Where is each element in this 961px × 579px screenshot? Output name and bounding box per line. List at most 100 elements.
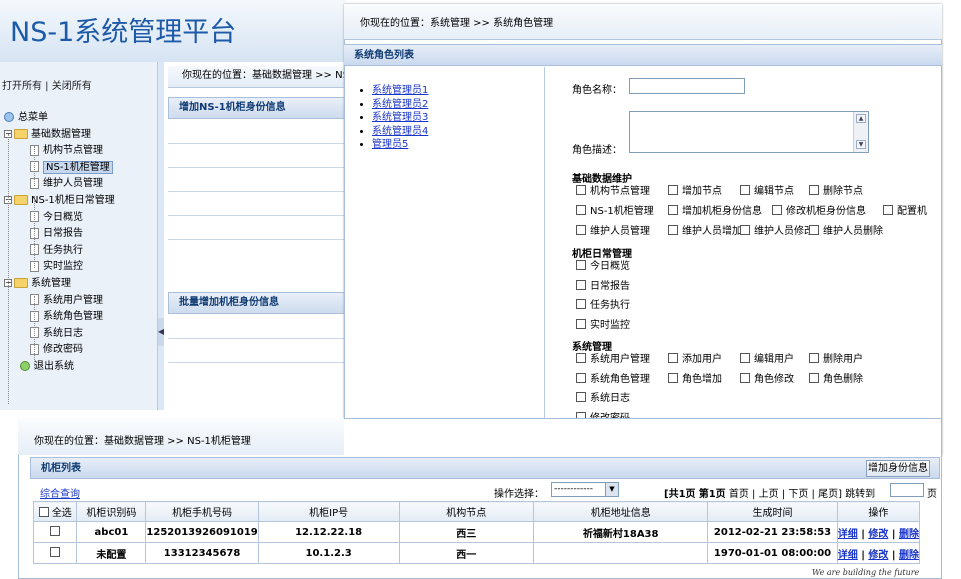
checkbox-icon[interactable] [740,225,750,235]
checkbox-icon[interactable] [809,185,819,195]
combined-query-link[interactable]: 综合查询 [40,485,80,500]
checkbox-icon[interactable] [668,372,678,383]
permission-checkbox[interactable]: 增加节点 [668,185,722,199]
role-name-label: 角色名称： [572,85,622,96]
checkbox-icon[interactable] [668,205,678,215]
checkbox-icon[interactable] [809,353,819,363]
checkbox-icon[interactable] [740,353,750,363]
select-all-header[interactable]: 全选 [32,501,78,522]
permission-checkbox[interactable]: 角色修改 [740,372,794,387]
tree-item[interactable]: 总菜单 [4,109,48,126]
checkbox-icon[interactable] [772,205,782,215]
tree-item[interactable]: 机构节点管理 [30,142,103,159]
checkbox-icon[interactable] [668,353,678,363]
tree-item[interactable]: 修改密码 [30,341,83,358]
permission-checkbox[interactable]: 编辑用户 [740,353,794,367]
permission-checkbox[interactable]: 修改机柜身份信息 [772,205,866,219]
permission-checkbox[interactable]: 系统用户管理 [576,353,650,367]
checkbox-icon[interactable] [668,225,678,235]
permission-checkbox[interactable]: 维护人员删除 [809,225,883,239]
tree-item[interactable]: 系统日志 [30,325,83,342]
first-page-link[interactable]: 首页 [729,489,749,500]
checkbox-icon[interactable] [576,185,586,195]
role-link[interactable]: 系统管理员4 [372,126,428,137]
tree-item[interactable]: − NS-1机柜日常管理 [4,192,115,209]
column-header: 操作 [836,501,921,522]
tree-item[interactable]: 日常报告 [30,225,83,242]
checkbox-icon[interactable] [576,225,586,235]
last-page-link[interactable]: 尾页] [818,489,842,500]
tree-item[interactable]: − 基础数据管理 [4,126,91,143]
row-checkbox[interactable] [50,547,61,557]
permission-checkbox[interactable]: 任务执行 [576,299,630,313]
edit-link[interactable]: 修改 [868,529,888,540]
scroll-up-icon[interactable]: ▲ [856,114,866,123]
detail-link[interactable]: 详细 [838,529,858,540]
role-link[interactable]: 系统管理员3 [372,112,428,123]
checkbox-icon[interactable] [576,353,586,363]
role-desc-textarea[interactable] [629,111,869,153]
close-all-link[interactable]: 关闭所有 [52,81,92,92]
goto-page-input[interactable] [890,483,924,497]
permission-checkbox[interactable]: 删除用户 [809,353,863,367]
tree-item[interactable]: 今日概览 [30,209,83,226]
checkbox-icon[interactable] [576,372,586,383]
checkbox-icon[interactable] [809,225,819,235]
permission-checkbox[interactable]: 机构节点管理 [576,185,650,199]
role-link[interactable]: 系统管理员2 [372,99,428,110]
next-page-link[interactable]: 下页 [788,489,808,500]
checkbox-icon[interactable] [883,205,893,215]
edit-link[interactable]: 修改 [868,550,888,561]
checkbox-icon[interactable] [576,279,586,290]
tree-item[interactable]: 实时监控 [30,258,83,275]
checkbox-icon[interactable] [668,185,678,195]
permission-checkbox[interactable]: 角色增加 [668,372,722,387]
permission-checkbox[interactable]: 系统日志 [576,392,630,406]
checkbox-icon[interactable] [576,318,586,329]
delete-link[interactable]: 删除 [899,550,919,561]
role-link[interactable]: 系统管理员1 [372,85,428,96]
tree-item[interactable]: 系统用户管理 [30,292,103,309]
select-all-checkbox[interactable] [38,507,49,517]
permission-checkbox[interactable]: 删除节点 [809,185,863,199]
prev-page-link[interactable]: 上页 [759,489,779,500]
role-name-input[interactable] [629,78,745,94]
permission-checkbox[interactable]: 维护人员管理 [576,225,650,239]
permission-checkbox[interactable]: 配置机 [883,205,927,219]
tree-item[interactable]: 任务执行 [30,242,83,259]
permission-checkbox[interactable]: 系统角色管理 [576,372,650,387]
checkbox-icon[interactable] [809,372,819,383]
checkbox-icon[interactable] [576,299,586,309]
checkbox-icon[interactable] [740,185,750,195]
detail-link[interactable]: 详细 [838,550,858,561]
add-identity-button[interactable]: 增加身份信息 [866,460,930,477]
textarea-scrollbar[interactable]: ▲ ▼ [853,112,868,152]
permission-checkbox[interactable]: 实时监控 [576,318,630,333]
checkbox-icon[interactable] [576,205,586,215]
tree-item[interactable]: 系统角色管理 [30,308,103,325]
permission-checkbox[interactable]: 维护人员增加 [668,225,742,239]
permission-checkbox[interactable]: 今日概览 [576,260,630,274]
tree-item[interactable]: − 系统管理 [4,275,71,292]
row-checkbox[interactable] [50,526,61,536]
checkbox-icon[interactable] [576,392,586,402]
permission-checkbox[interactable]: NS-1机柜管理 [576,205,654,219]
delete-link[interactable]: 删除 [899,529,919,540]
checkbox-icon[interactable] [576,260,586,270]
permission-checkbox[interactable]: 编辑节点 [740,185,794,199]
permission-checkbox[interactable]: 维护人员修改 [740,225,814,239]
separator: | [857,549,869,561]
tree-item[interactable]: 维护人员管理 [30,175,103,192]
open-all-link[interactable]: 打开所有 [2,81,42,92]
permission-checkbox[interactable]: 增加机柜身份信息 [668,205,762,219]
tree-item[interactable]: 退出系统 [20,358,74,375]
role-link[interactable]: 管理员5 [372,139,408,150]
operation-select[interactable]: ------------ ▼ [551,482,619,497]
permission-checkbox[interactable]: 添加用户 [668,353,722,367]
cabinet-time: 2012-02-21 23:58:53 [707,521,838,543]
tree-item[interactable]: NS-1机柜管理 [30,159,113,176]
scroll-down-icon[interactable]: ▼ [856,140,866,149]
permission-checkbox[interactable]: 角色删除 [809,372,863,387]
permission-checkbox[interactable]: 日常报告 [576,279,630,294]
checkbox-icon[interactable] [740,372,750,383]
